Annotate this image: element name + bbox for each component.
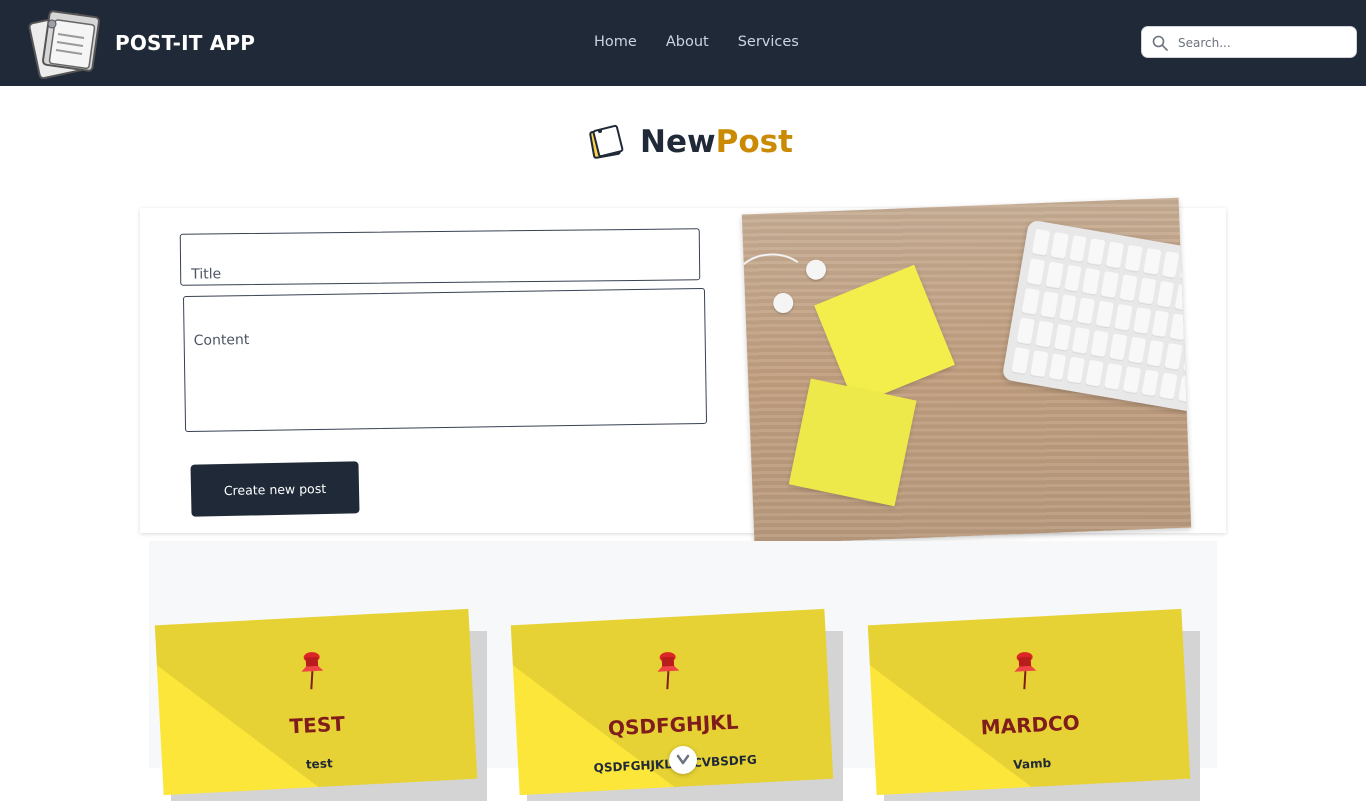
content-placeholder: Content [193, 332, 250, 349]
pushpin-icon [301, 652, 324, 690]
title-new: New [640, 124, 716, 160]
title-placeholder: Title [191, 266, 222, 283]
note: TEST test [154, 608, 478, 796]
nav-link-home[interactable]: Home [594, 34, 637, 50]
earbud-right [772, 292, 794, 314]
scroll-down-button[interactable] [669, 746, 697, 774]
page-heading: NewPost [586, 120, 793, 164]
page-title: NewPost [640, 124, 793, 160]
desk-photo [741, 197, 1192, 545]
note-title: QSDFGHJKL [607, 709, 739, 741]
note-body: Vamb [1012, 755, 1052, 772]
content-field[interactable]: Content [182, 287, 708, 433]
note-title: MARDCO [980, 710, 1081, 740]
nav-link-about[interactable]: About [666, 34, 709, 50]
note: MARDCO Vamb [867, 608, 1191, 796]
earbud-left [805, 259, 827, 281]
pushpin-icon [1014, 652, 1037, 690]
title-post: Post [715, 124, 793, 160]
navbar: POST-IT APP Home About Services [0, 0, 1366, 86]
note-body: test [305, 756, 333, 772]
keyboard [1001, 219, 1192, 414]
create-post-button[interactable]: Create new post [190, 461, 360, 517]
post-it-logo-icon[interactable] [28, 8, 102, 80]
pushpin-icon [657, 652, 680, 690]
nav-links: Home About Services [594, 34, 799, 50]
search-box [1141, 26, 1357, 58]
brand-title[interactable]: POST-IT APP [115, 31, 255, 55]
chevron-down-icon [676, 754, 690, 765]
note-card[interactable]: MARDCO Vamb [867, 608, 1200, 801]
sticky-note-icon [589, 124, 624, 159]
note-title: TEST [288, 711, 346, 739]
note-card[interactable]: TEST test [154, 608, 487, 801]
nav-link-services[interactable]: Services [738, 34, 799, 50]
sticky-note-bottom [788, 378, 917, 507]
search-input[interactable] [1176, 31, 1350, 55]
title-field[interactable]: Title [179, 228, 701, 286]
search-icon [1152, 35, 1168, 51]
